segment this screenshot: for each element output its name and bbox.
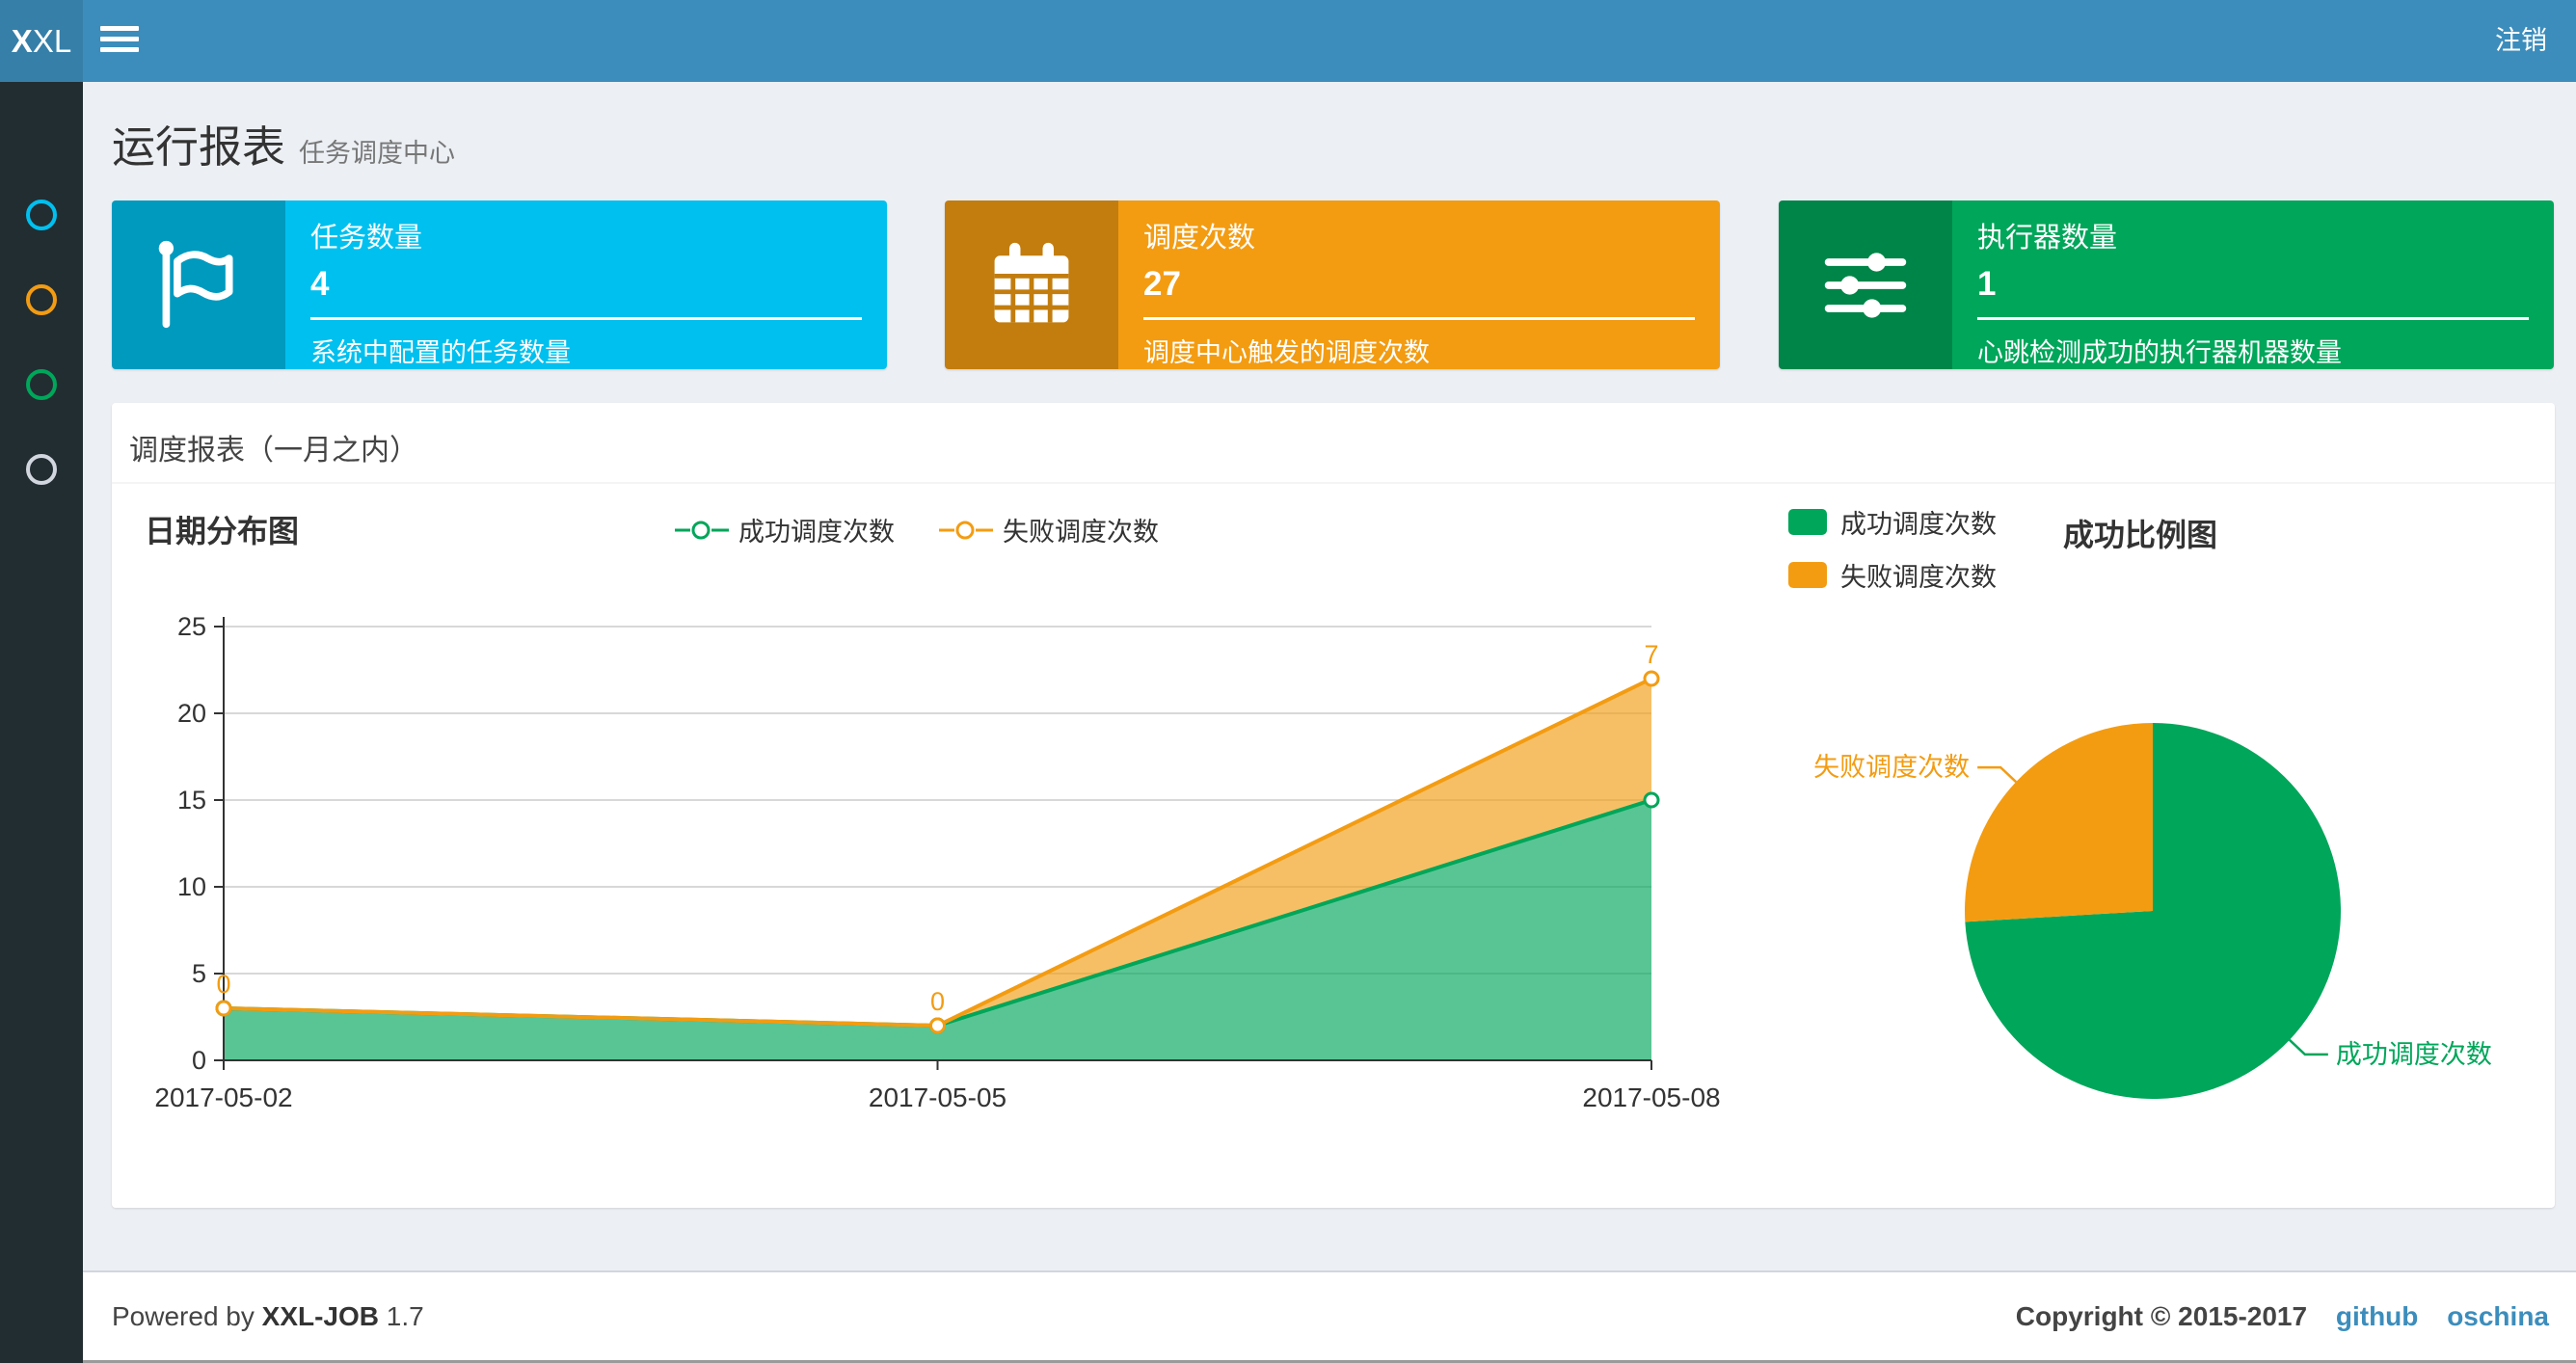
hamburger-icon	[100, 37, 139, 41]
top-navbar: XXL 注销	[0, 0, 2576, 82]
stat-card-jobs: 任务数量 4 系统中配置的任务数量	[112, 200, 887, 369]
app-logo[interactable]: XXL	[0, 0, 83, 82]
sidebar-item-jobs[interactable]	[0, 257, 83, 342]
svg-text:2017-05-05: 2017-05-05	[869, 1082, 1006, 1112]
svg-text:20: 20	[177, 699, 206, 728]
logo-rest: XL	[32, 23, 72, 59]
svg-text:10: 10	[177, 872, 206, 901]
stat-label: 任务数量	[310, 223, 423, 254]
svg-text:5: 5	[192, 959, 206, 988]
svg-text:成功调度次数: 成功调度次数	[2336, 1040, 2492, 1069]
menu-toggle-button[interactable]	[100, 26, 141, 57]
sliders-icon	[1779, 200, 1952, 369]
stat-card-content: 任务数量 4 系统中配置的任务数量	[285, 200, 887, 369]
sidebar	[0, 82, 83, 1363]
stat-card-executors: 执行器数量 1 心跳检测成功的执行器机器数量	[1779, 200, 2554, 369]
github-link[interactable]: github	[2336, 1301, 2419, 1331]
stat-divider	[1977, 317, 2529, 320]
hamburger-icon	[100, 26, 139, 31]
stat-description: 心跳检测成功的执行器机器数量	[1977, 338, 2342, 367]
report-panel: 调度报表（一月之内） 日期分布图 成功调度次数 失败调度次数 成功调度次数 失败…	[112, 403, 2555, 1208]
svg-text:2017-05-02: 2017-05-02	[154, 1082, 292, 1112]
svg-text:25: 25	[177, 612, 206, 641]
stat-divider	[1143, 317, 1695, 320]
circle-outline-icon	[26, 284, 57, 315]
pie-chart-legend: 成功调度次数 失败调度次数	[1788, 503, 1997, 609]
stat-label: 执行器数量	[1977, 223, 2118, 254]
stat-card-content: 调度次数 27 调度中心触发的调度次数	[1118, 200, 1720, 369]
report-panel-header: 调度报表（一月之内）	[112, 403, 2555, 484]
logout-link[interactable]: 注销	[2495, 0, 2547, 82]
stat-value: 4	[310, 265, 330, 303]
page-header: 运行报表 任务调度中心	[112, 112, 455, 174]
legend-label: 失败调度次数	[1840, 563, 1997, 592]
sidebar-item-log[interactable]	[0, 342, 83, 427]
stat-value: 27	[1143, 265, 1181, 303]
sidebar-item-report[interactable]	[0, 173, 83, 257]
svg-text:0: 0	[930, 987, 945, 1016]
oschina-link[interactable]: oschina	[2447, 1301, 2549, 1331]
svg-text:失败调度次数: 失败调度次数	[1813, 753, 1970, 782]
circle-outline-icon	[26, 200, 57, 230]
svg-text:0: 0	[192, 1046, 206, 1075]
powered-prefix: Powered by	[112, 1301, 255, 1331]
sidebar-item-executor[interactable]	[0, 427, 83, 512]
svg-text:15: 15	[177, 786, 206, 815]
pie-chart-title: 成功比例图	[2063, 518, 2218, 552]
hamburger-icon	[100, 47, 139, 52]
stat-divider	[310, 317, 862, 320]
calendar-icon	[945, 200, 1118, 369]
legend-swatch-icon	[1788, 562, 1827, 588]
legend-label: 成功调度次数	[1840, 510, 1997, 539]
page-title: 运行报表	[112, 122, 286, 172]
stat-label: 调度次数	[1143, 223, 1256, 254]
footer-copyright: Copyright © 2015-2017 github oschina	[2016, 1272, 2549, 1360]
logo-bold: X	[11, 23, 33, 59]
stat-description: 调度中心触发的调度次数	[1143, 338, 1430, 367]
circle-outline-icon	[26, 369, 57, 400]
stat-description: 系统中配置的任务数量	[310, 338, 571, 367]
copyright-text: Copyright © 2015-2017	[2015, 1301, 2308, 1331]
stat-card-content: 执行器数量 1 心跳检测成功的执行器机器数量	[1952, 200, 2554, 369]
legend-item-success[interactable]: 成功调度次数	[1788, 503, 1997, 541]
page-subtitle: 任务调度中心	[299, 139, 456, 168]
stat-value: 1	[1977, 265, 1997, 303]
product-version: 1.7	[386, 1301, 424, 1331]
svg-text:2017-05-08: 2017-05-08	[1582, 1082, 1720, 1112]
date-distribution-chart: 05101520252017-05-02 2017-05-05 2017-05-08…	[154, 612, 1720, 1112]
footer-powered-by: Powered by XXL-JOB 1.7	[112, 1272, 424, 1360]
svg-text:0: 0	[216, 970, 230, 999]
circle-outline-icon	[26, 454, 57, 485]
screen: XXL 注销 运行报表 任务调度中心 任务数量 4 系统中配置的任务数量 调度次…	[0, 0, 2576, 1363]
success-ratio-pie-chart: 成功调度次数 失败调度次数	[1813, 723, 2492, 1099]
footer: Powered by XXL-JOB 1.7 Copyright © 2015-…	[83, 1270, 2576, 1360]
legend-swatch-icon	[1788, 509, 1827, 535]
report-panel-title: 调度报表（一月之内）	[129, 435, 418, 467]
product-name: XXL-JOB	[261, 1301, 380, 1331]
stat-card-triggers: 调度次数 27 调度中心触发的调度次数	[945, 200, 1720, 369]
legend-item-fail[interactable]: 失败调度次数	[1788, 556, 1997, 594]
svg-text:7: 7	[1644, 640, 1658, 669]
flag-icon	[112, 200, 285, 369]
